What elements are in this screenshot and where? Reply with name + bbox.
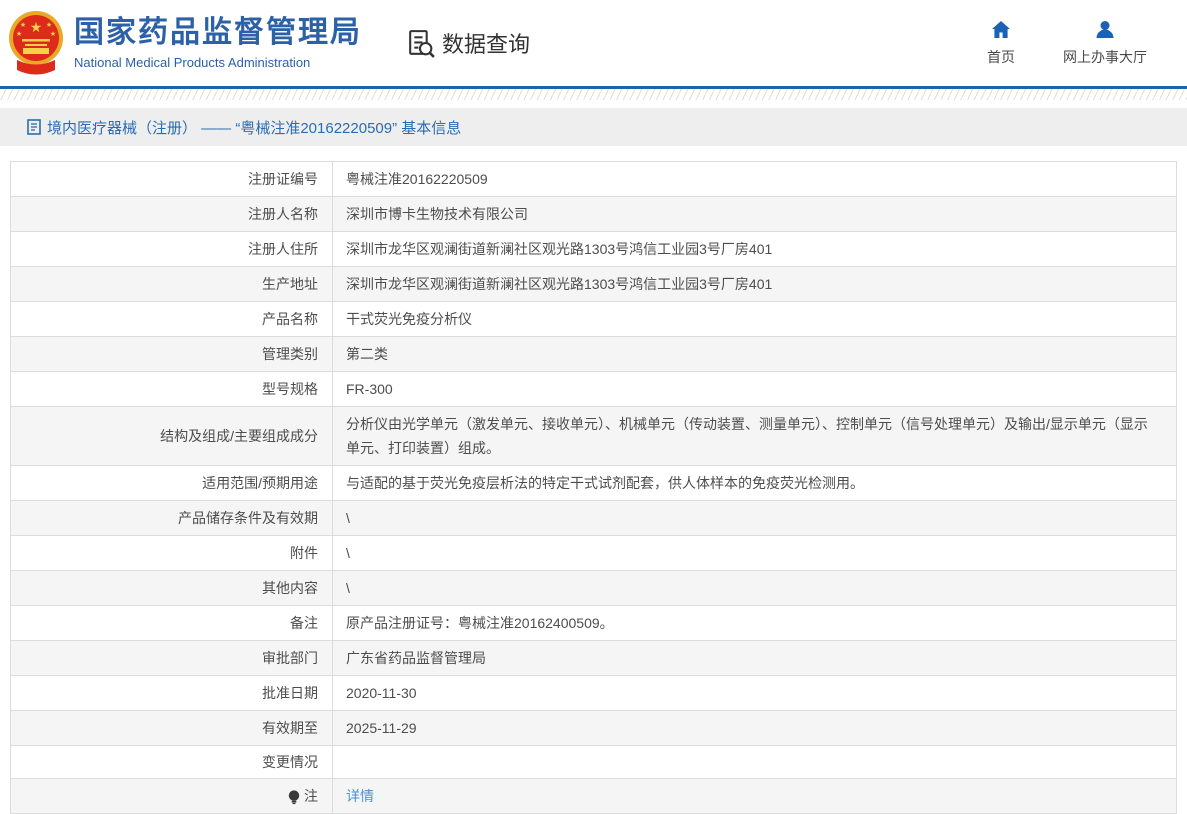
row-label: 产品储存条件及有效期	[11, 501, 333, 535]
brand-text: 国家药品监督管理局 National Medical Products Admi…	[74, 16, 362, 70]
row-label: 审批部门	[11, 641, 333, 675]
site-title-cn: 国家药品监督管理局	[74, 16, 362, 50]
table-row: 产品储存条件及有效期 \	[11, 501, 1176, 536]
row-label: 附件	[11, 536, 333, 570]
header-nav: 首页 网上办事大厅	[987, 19, 1147, 67]
page-title: 境内医疗器械（注册） —— “粤械注准20162220509” 基本信息	[47, 119, 462, 137]
row-label: 注册人住所	[11, 232, 333, 266]
svg-text:★: ★	[50, 30, 56, 38]
row-value: 原产品注册证号：粤械注准20162400509。	[346, 615, 614, 631]
row-label: 有效期至	[11, 711, 333, 745]
table-row: 备注 原产品注册证号：粤械注准20162400509。	[11, 606, 1176, 641]
table-row: 管理类别 第二类	[11, 337, 1176, 372]
row-value: 与适配的基于荧光免疫层析法的特定干式试剂配套，供人体样本的免疫荧光检测用。	[346, 475, 864, 491]
brand: ★ ★ ★ ★ ★ 国家药品监督管理局 National Medical Pro…	[8, 8, 362, 78]
row-label: 注册人名称	[11, 197, 333, 231]
table-row: 适用范围/预期用途 与适配的基于荧光免疫层析法的特定干式试剂配套，供人体样本的免疫…	[11, 466, 1176, 501]
row-value: 分析仪由光学单元（激发单元、接收单元）、机械单元（传动装置、测量单元）、控制单元…	[346, 416, 1148, 456]
data-query-section: 数据查询	[404, 27, 530, 60]
lightbulb-icon	[287, 789, 301, 805]
table-row: 注册人住所 深圳市龙华区观澜街道新澜社区观光路1303号鸿信工业园3号厂房401	[11, 232, 1176, 267]
row-label: 型号规格	[11, 372, 333, 406]
doc-search-icon	[404, 27, 437, 60]
document-icon	[27, 119, 41, 135]
row-label: 产品名称	[11, 302, 333, 336]
nav-online-hall[interactable]: 网上办事大厅	[1063, 19, 1147, 67]
table-row: 注详情	[11, 779, 1176, 813]
row-value: \	[346, 510, 350, 526]
row-value: 深圳市龙华区观澜街道新澜社区观光路1303号鸿信工业园3号厂房401	[346, 276, 773, 292]
table-row: 其他内容 \	[11, 571, 1176, 606]
svg-text:★: ★	[46, 21, 52, 29]
site-subtitle-en: National Medical Products Administration	[74, 54, 311, 70]
row-value: 广东省药品监督管理局	[346, 650, 486, 666]
table-row: 批准日期 2020-11-30	[11, 676, 1176, 711]
row-value: 粤械注准20162220509	[346, 171, 488, 187]
home-icon	[990, 19, 1012, 41]
row-value: 2025-11-29	[346, 720, 417, 736]
row-label: 结构及组成/主要组成成分	[11, 407, 333, 465]
table-row: 审批部门 广东省药品监督管理局	[11, 641, 1176, 676]
detail-link[interactable]: 详情	[346, 784, 374, 808]
user-icon	[1094, 19, 1116, 41]
row-value: 详情	[333, 779, 1176, 813]
table-row: 附件 \	[11, 536, 1176, 571]
row-label: 其他内容	[11, 571, 333, 605]
page-header: ★ ★ ★ ★ ★ 国家药品监督管理局 National Medical Pro…	[0, 0, 1187, 86]
row-label: 注册证编号	[11, 162, 333, 196]
row-value: 2020-11-30	[346, 685, 417, 701]
nav-online-hall-label: 网上办事大厅	[1063, 49, 1147, 65]
row-value: FR-300	[346, 381, 393, 397]
hatch-stripe	[0, 89, 1187, 100]
row-value: 深圳市博卡生物技术有限公司	[346, 206, 528, 222]
row-label: 变更情况	[11, 746, 333, 778]
row-value	[333, 746, 1176, 778]
row-value: 深圳市龙华区观澜街道新澜社区观光路1303号鸿信工业园3号厂房401	[346, 241, 773, 257]
content-area: 注册证编号 粤械注准20162220509 注册人名称 深圳市博卡生物技术有限公司 注册…	[10, 161, 1177, 814]
table-row: 注册证编号 粤械注准20162220509	[11, 162, 1176, 197]
row-value: 干式荧光免疫分析仪	[346, 311, 472, 327]
row-label: 批准日期	[11, 676, 333, 710]
table-row: 生产地址 深圳市龙华区观澜街道新澜社区观光路1303号鸿信工业园3号厂房401	[11, 267, 1176, 302]
table-row: 变更情况	[11, 746, 1176, 779]
table-row: 注册人名称 深圳市博卡生物技术有限公司	[11, 197, 1176, 232]
svg-text:★: ★	[20, 21, 26, 29]
row-value: \	[346, 580, 350, 596]
table-row: 有效期至 2025-11-29	[11, 711, 1176, 746]
table-row: 型号规格 FR-300	[11, 372, 1176, 407]
svg-text:★: ★	[16, 30, 22, 38]
row-value: 第二类	[346, 346, 388, 362]
data-query-label: 数据查询	[442, 32, 531, 57]
info-table: 注册证编号 粤械注准20162220509 注册人名称 深圳市博卡生物技术有限公司 注册…	[10, 161, 1177, 814]
breadcrumb: 境内医疗器械（注册） —— “粤械注准20162220509” 基本信息	[27, 117, 461, 138]
row-label: 生产地址	[11, 267, 333, 301]
row-label: 管理类别	[11, 337, 333, 371]
svg-text:★: ★	[30, 19, 43, 35]
table-row: 产品名称 干式荧光免疫分析仪	[11, 302, 1176, 337]
title-bar: 境内医疗器械（注册） —— “粤械注准20162220509” 基本信息	[0, 108, 1187, 146]
row-label: 备注	[11, 606, 333, 640]
table-row: 结构及组成/主要组成成分 分析仪由光学单元（激发单元、接收单元）、机械单元（传动装…	[11, 407, 1176, 466]
nav-home-label: 首页	[987, 49, 1015, 65]
row-value: \	[346, 545, 350, 561]
row-label: 适用范围/预期用途	[11, 466, 333, 500]
national-emblem-logo: ★ ★ ★ ★ ★	[8, 8, 64, 78]
nav-home[interactable]: 首页	[987, 19, 1015, 67]
row-label: 注	[11, 779, 333, 813]
